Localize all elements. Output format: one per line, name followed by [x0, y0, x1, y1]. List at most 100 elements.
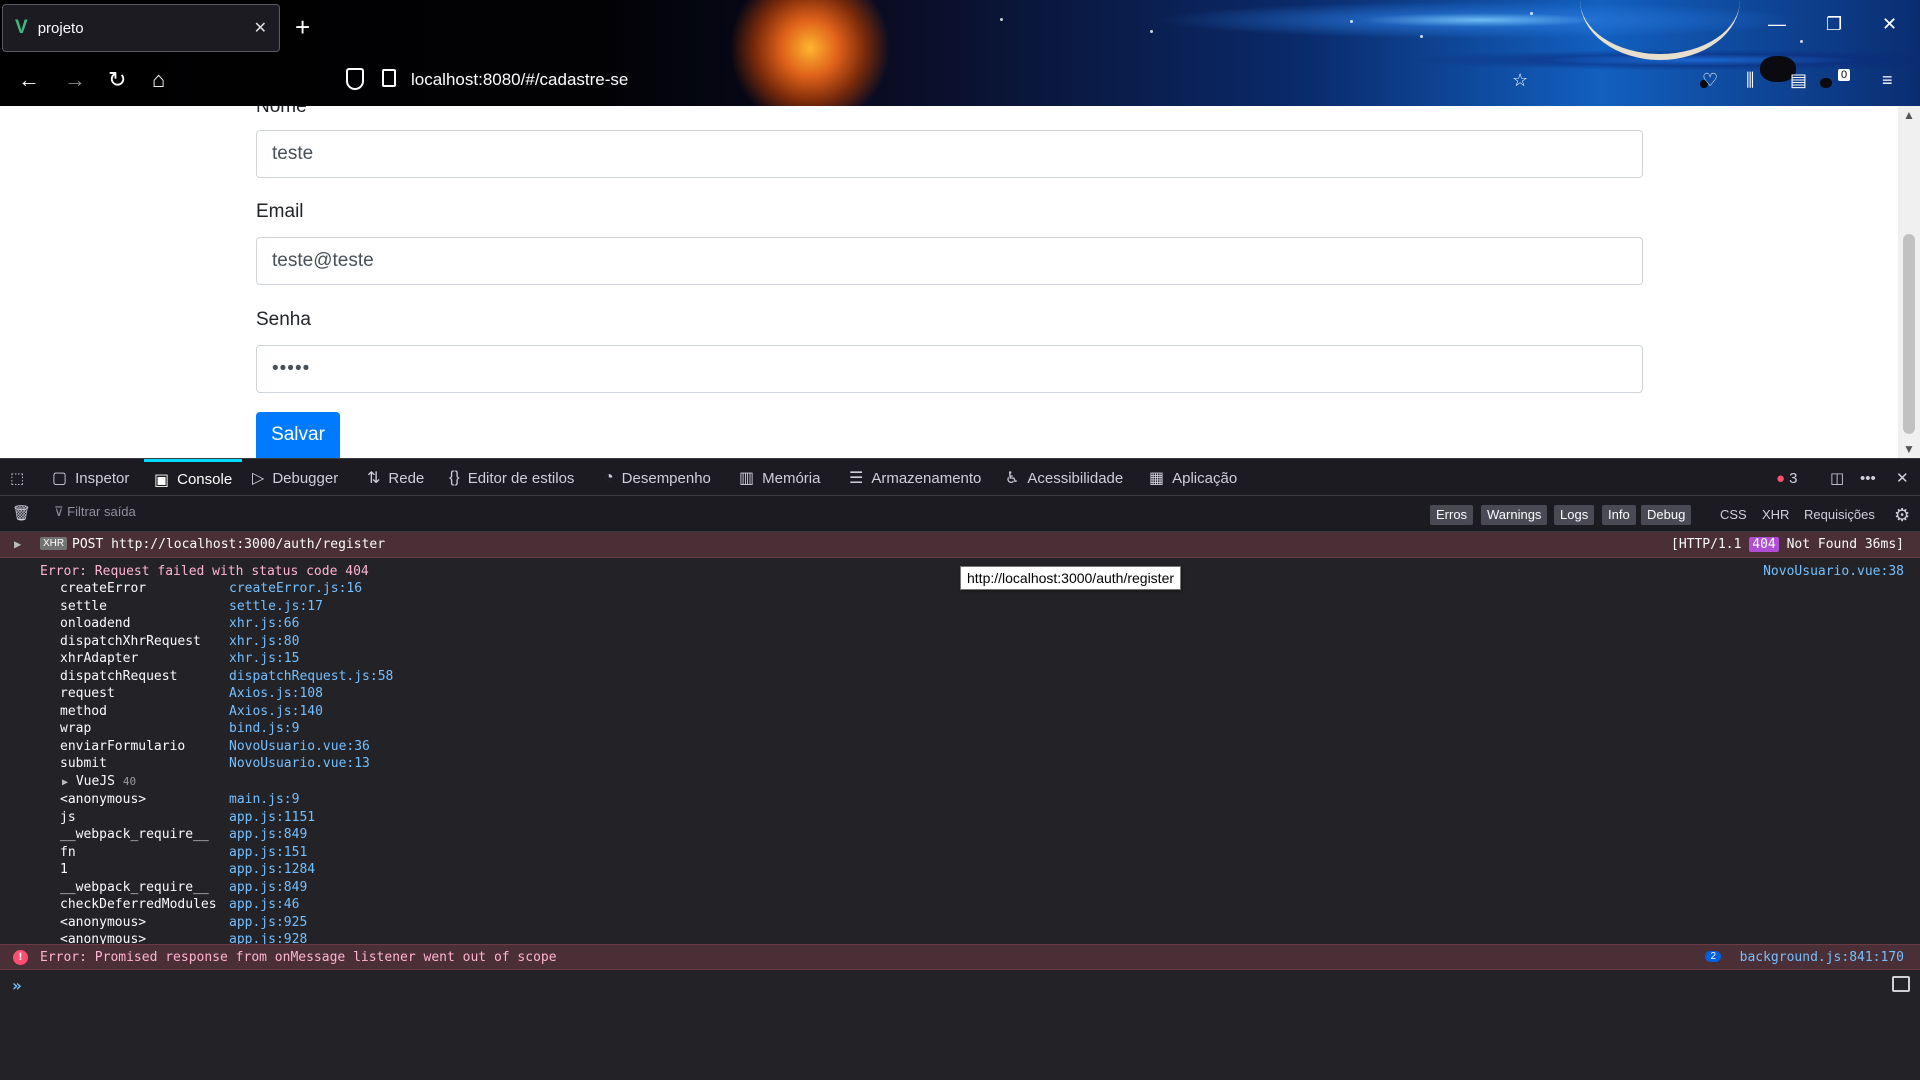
filter-xhr[interactable]: XHR [1762, 505, 1789, 525]
more-options-icon[interactable]: ••• [1860, 459, 1876, 497]
request-url[interactable]: POST http://localhost:3000/auth/register [72, 537, 385, 552]
name-input[interactable]: teste [256, 130, 1643, 178]
element-picker-icon[interactable]: ⬚ [10, 459, 24, 497]
new-tab-button[interactable]: + [295, 12, 310, 42]
frame-location[interactable]: settle.js:17 [229, 599, 323, 616]
settings-gear-icon[interactable]: ⚙ [1894, 505, 1910, 525]
repeat-count-badge: 2 [1705, 951, 1721, 962]
restore-button[interactable]: ❐ [1826, 14, 1842, 35]
tab-inspector[interactable]: ▢ Inspetor [52, 459, 129, 497]
minimize-button[interactable]: — [1768, 14, 1786, 35]
error-icon: ● [1776, 469, 1786, 487]
menu-icon[interactable]: ≡ [1882, 70, 1893, 91]
frame-location[interactable]: Axios.js:108 [229, 686, 323, 703]
tab-memory[interactable]: ▥ Memória [739, 459, 820, 497]
frame-location[interactable]: xhr.js:66 [229, 616, 299, 633]
scroll-down-icon[interactable]: ▼ [1903, 442, 1915, 456]
password-input[interactable]: ••••• [256, 345, 1643, 393]
frame-location[interactable]: xhr.js:80 [229, 634, 299, 651]
pocket-icon[interactable]: ♡ [1702, 70, 1718, 91]
error-counter[interactable]: ● 3 [1776, 459, 1797, 497]
window-close-button[interactable]: ✕ [1882, 14, 1897, 35]
reload-button[interactable]: ↻ [108, 68, 126, 92]
browser-tab[interactable]: V projeto ✕ [2, 4, 280, 52]
filter-info[interactable]: Info [1602, 505, 1636, 525]
filter-css[interactable]: CSS [1720, 505, 1747, 525]
tab-console[interactable]: ▣ Console [144, 459, 243, 497]
frame-location[interactable]: app.js:849 [229, 827, 307, 844]
home-button[interactable]: ⌂ [152, 68, 165, 92]
tab-label: Console [177, 471, 233, 488]
frame-location[interactable]: app.js:849 [229, 880, 307, 897]
page-scrollbar[interactable]: ▲ ▼ [1898, 106, 1920, 458]
tracking-protection-icon[interactable] [346, 68, 364, 90]
xhr-log-row[interactable]: ▶ XHR POST http://localhost:3000/auth/re… [0, 532, 1920, 558]
tab-label: Armazenamento [871, 469, 982, 487]
frame-fn: js [60, 809, 76, 825]
console-prompt-icon[interactable]: » [12, 976, 22, 995]
accessibility-icon: ♿ [1005, 470, 1020, 487]
stack-frame: 1 app.js:1284 [60, 862, 315, 879]
library-icon[interactable]: ⫼ [1746, 70, 1754, 91]
error-source-link[interactable]: NovoUsuario.vue:38 [1763, 564, 1904, 579]
extension-badge: 0 [1838, 69, 1851, 81]
save-button[interactable]: Salvar [256, 412, 340, 458]
email-input[interactable]: teste@teste [256, 237, 1643, 285]
scroll-up-icon[interactable]: ▲ [1903, 108, 1915, 122]
sidebar-icon[interactable]: ▤ [1790, 70, 1807, 91]
tab-performance[interactable]: ◔ Desempenho [604, 459, 711, 497]
close-devtools-icon[interactable]: ✕ [1896, 459, 1909, 497]
filter-warnings[interactable]: Warnings [1481, 505, 1548, 525]
frame-fn: dispatchXhrRequest [60, 633, 201, 649]
filter-requests[interactable]: Requisições [1804, 505, 1875, 525]
tab-style-editor[interactable]: {} Editor de estilos [449, 459, 574, 497]
forward-button[interactable]: → [64, 68, 86, 92]
frame-location[interactable]: app.js:151 [229, 845, 307, 862]
error-icon: ! [13, 950, 28, 965]
frame-location[interactable]: dispatchRequest.js:58 [229, 669, 393, 686]
storage-icon: ☰ [849, 470, 864, 487]
frame-location[interactable]: app.js:1151 [229, 810, 315, 827]
tab-application[interactable]: ▦ Aplicação [1149, 459, 1237, 497]
extension-icon[interactable]: 0 [1838, 69, 1851, 91]
frame-fn: request [60, 686, 115, 701]
frame-location[interactable]: NovoUsuario.vue:36 [229, 739, 370, 756]
frame-fn: fn [60, 844, 76, 860]
frame-location[interactable]: NovoUsuario.vue:13 [229, 756, 370, 773]
bookmark-star-icon[interactable]: ☆ [1512, 70, 1528, 91]
frame-location[interactable]: main.js:9 [229, 792, 299, 809]
address-bar[interactable]: localhost:8080/#/cadastre-se [411, 70, 628, 90]
filter-logs[interactable]: Logs [1554, 505, 1595, 525]
filter-input[interactable]: ⊽ Filtrar saída [54, 504, 136, 520]
tab-storage[interactable]: ☰ Armazenamento [849, 459, 981, 497]
expand-caret-icon[interactable]: ▶ [14, 537, 21, 551]
close-tab-icon[interactable]: ✕ [254, 18, 267, 38]
frame-location[interactable]: bind.js:9 [229, 721, 299, 738]
split-console-icon[interactable] [1892, 976, 1910, 992]
vuejs-frame-group[interactable]: ▶ VueJS 40 [62, 774, 136, 789]
expand-caret-icon[interactable]: ▶ [62, 777, 68, 788]
dock-icon[interactable]: ◫ [1830, 459, 1844, 497]
frame-location[interactable]: app.js:1284 [229, 862, 315, 879]
back-button[interactable]: ← [18, 68, 40, 92]
scrollbar-thumb[interactable] [1903, 234, 1915, 434]
frame-location[interactable]: createError.js:16 [229, 581, 362, 598]
trash-icon[interactable]: 🗑 [12, 504, 31, 522]
tab-label: Inspetor [75, 469, 130, 487]
filter-debug[interactable]: Debug [1641, 505, 1692, 525]
frame-location[interactable]: app.js:925 [229, 915, 307, 932]
tab-debugger[interactable]: ▷ Debugger [252, 459, 338, 497]
stack-frame: <anonymous> main.js:9 [60, 792, 299, 809]
stack-frame: dispatchXhrRequest xhr.js:80 [60, 634, 299, 651]
tab-label: Desempenho [621, 469, 711, 487]
filter-errors[interactable]: Erros [1430, 505, 1474, 525]
frame-location[interactable]: xhr.js:15 [229, 651, 299, 668]
frame-location[interactable]: app.js:46 [229, 897, 299, 914]
vuejs-group-count: 40 [122, 775, 137, 788]
page-info-icon[interactable] [382, 69, 396, 87]
second-error-row[interactable]: ! Error: Promised response from onMessag… [0, 944, 1920, 970]
tab-accessibility[interactable]: ♿ Acessibilidade [1005, 459, 1123, 497]
tab-network[interactable]: ⇅ Rede [367, 459, 424, 497]
second-error-source-link[interactable]: background.js:841:170 [1740, 950, 1904, 965]
frame-location[interactable]: Axios.js:140 [229, 704, 323, 721]
